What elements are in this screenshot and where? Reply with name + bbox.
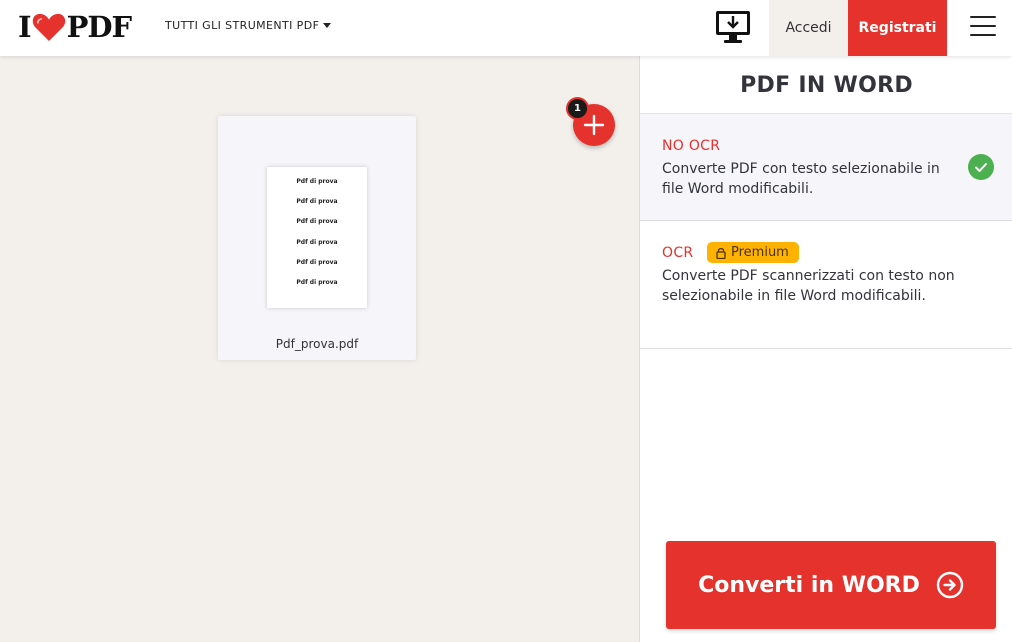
file-workspace: Pdf di prova Pdf di prova Pdf di prova P… (0, 56, 639, 642)
file-name: Pdf_prova.pdf (275, 337, 359, 351)
option-title: OCR (662, 245, 694, 261)
option-title: NO OCR (662, 138, 721, 154)
page-text-line: Pdf di prova (296, 258, 338, 266)
sidebar-title: PDF IN WORD (640, 56, 1012, 114)
option-description: Converte PDF con testo selezionabile in … (662, 161, 940, 197)
lock-icon (716, 247, 726, 259)
pdf-page-thumbnail: Pdf di prova Pdf di prova Pdf di prova P… (267, 167, 367, 308)
options-sidebar: PDF IN WORD NO OCR Converte PDF con test… (639, 56, 1012, 642)
page-text-line: Pdf di prova (296, 218, 338, 226)
convert-label: Converti in WORD (698, 572, 920, 598)
page-text-line: Pdf di prova (296, 198, 338, 206)
desktop-app-button[interactable] (714, 9, 752, 45)
logo-text-i: I (18, 10, 32, 44)
caret-down-icon (323, 23, 332, 28)
all-tools-label: TUTTI GLI STRUMENTI PDF (165, 19, 320, 32)
heart-icon (32, 13, 65, 42)
desktop-download-icon (716, 11, 750, 43)
file-card[interactable]: Pdf di prova Pdf di prova Pdf di prova P… (218, 116, 416, 360)
convert-button[interactable]: Converti in WORD (666, 541, 996, 629)
login-button[interactable]: Accedi (769, 0, 848, 56)
page-text-line: Pdf di prova (296, 178, 338, 185)
option-ocr[interactable]: OCR Premium Converte PDF scannerizzati c… (640, 221, 1012, 349)
arrow-circle-right-icon (936, 571, 964, 599)
hamburger-menu-icon[interactable] (970, 16, 996, 38)
option-no-ocr[interactable]: NO OCR Converte PDF con testo selezionab… (640, 114, 1012, 221)
file-count-badge: 1 (566, 97, 589, 120)
premium-badge: Premium (707, 242, 799, 263)
premium-label: Premium (731, 245, 789, 260)
page-text-line: Pdf di prova (296, 238, 338, 246)
top-navbar: I PDF TUTTI GLI STRUMENTI PDF Accedi Reg… (0, 0, 1012, 56)
check-circle-icon (968, 154, 994, 180)
page-text-line: Pdf di prova (296, 278, 338, 286)
signup-button[interactable]: Registrati (848, 0, 947, 56)
all-tools-dropdown[interactable]: TUTTI GLI STRUMENTI PDF (165, 19, 332, 32)
logo-text-pdf: PDF (66, 10, 133, 44)
option-description: Converte PDF scannerizzati con testo non… (662, 268, 955, 304)
ilovepdf-logo[interactable]: I PDF (18, 10, 133, 44)
